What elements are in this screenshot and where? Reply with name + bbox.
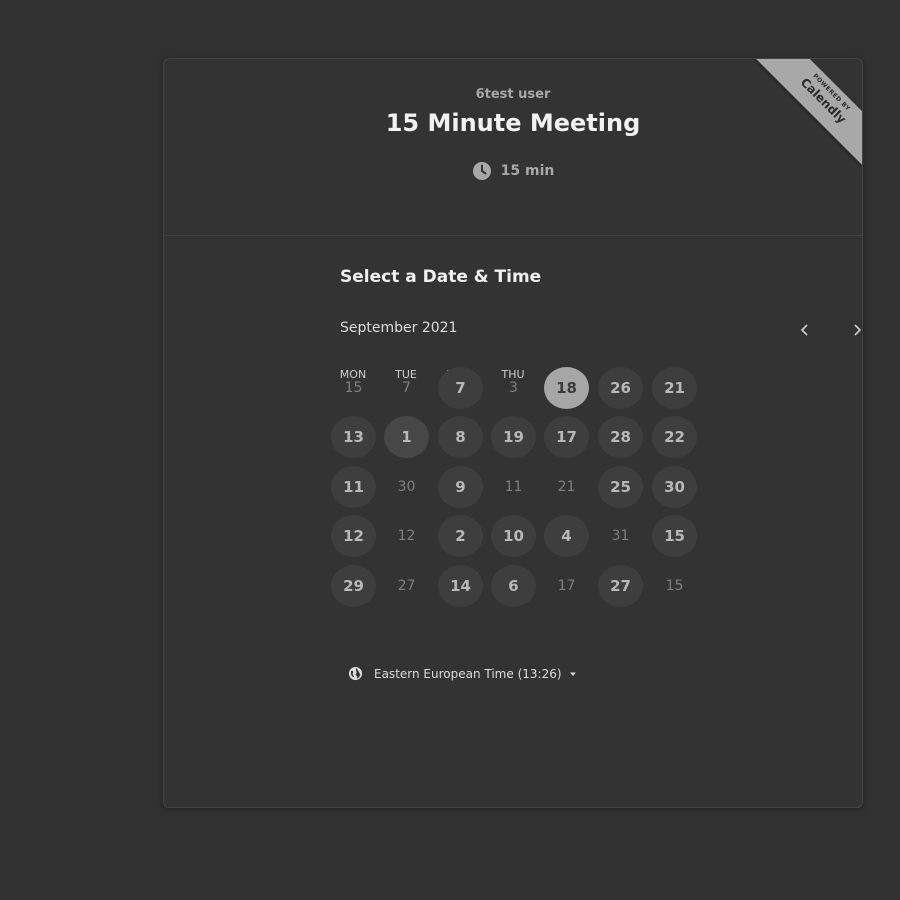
unavailable-day: 12 [397, 528, 416, 544]
picker-title: Select a Date & Time [340, 267, 542, 287]
booking-card: POWERED BY Calendly 6test user 15 Minute… [163, 58, 863, 808]
available-day[interactable]: 8 [438, 416, 483, 458]
caret-down-icon [569, 672, 576, 676]
unavailable-day: 21 [557, 479, 576, 495]
unavailable-day: 30 [397, 479, 416, 495]
globe-icon [348, 666, 363, 681]
available-day[interactable]: 12 [331, 515, 376, 557]
event-title: 15 Minute Meeting [385, 109, 641, 137]
available-day[interactable]: 6 [491, 565, 536, 607]
unavailable-day: 27 [397, 578, 416, 594]
previous-month-button[interactable] [794, 319, 816, 341]
available-day[interactable]: 11 [331, 466, 376, 508]
unavailable-day: 31 [611, 528, 630, 544]
event-duration: 15 min [164, 161, 862, 181]
available-day[interactable]: 2 [438, 515, 483, 557]
available-day[interactable]: 14 [438, 565, 483, 607]
available-day[interactable]: 7 [438, 367, 483, 409]
month-label: September 2021 [340, 320, 458, 336]
unavailable-day: 17 [557, 578, 576, 594]
duration-label: 15 min [500, 163, 555, 179]
available-day[interactable]: 4 [544, 515, 589, 557]
timezone-selector[interactable]: Eastern European Time (13:26) [348, 666, 577, 681]
timezone-label: Eastern European Time (13:26) [374, 666, 562, 681]
unavailable-day: 11 [504, 479, 523, 495]
available-day[interactable]: 29 [331, 565, 376, 607]
unavailable-day: 15 [344, 380, 363, 396]
available-day[interactable]: 26 [598, 367, 643, 409]
available-day[interactable]: 10 [491, 515, 536, 557]
host-name: 6test user [475, 87, 551, 102]
unavailable-day: 7 [402, 380, 411, 396]
available-day[interactable]: 1 [384, 416, 429, 458]
available-day[interactable]: 30 [652, 466, 697, 508]
chevron-left-icon [800, 324, 808, 336]
chevron-right-icon [854, 324, 862, 336]
available-day[interactable]: 25 [598, 466, 643, 508]
available-day[interactable]: 21 [652, 367, 697, 409]
clock-icon [472, 162, 491, 180]
available-day[interactable]: 13 [331, 416, 376, 458]
next-month-button[interactable] [846, 319, 862, 341]
available-day[interactable]: 17 [544, 416, 589, 458]
unavailable-day: 15 [665, 578, 684, 594]
available-day[interactable]: 19 [491, 416, 536, 458]
available-day[interactable]: 28 [598, 416, 643, 458]
available-day[interactable]: 27 [598, 565, 643, 607]
selected-day[interactable]: 18 [544, 367, 589, 409]
available-day[interactable]: 15 [652, 515, 697, 557]
available-day[interactable]: 22 [652, 416, 697, 458]
available-day[interactable]: 9 [438, 466, 483, 508]
month-navigation: September 2021 [340, 319, 862, 341]
unavailable-day: 3 [509, 380, 518, 396]
event-header: 6test user 15 Minute Meeting 15 min [164, 59, 862, 236]
